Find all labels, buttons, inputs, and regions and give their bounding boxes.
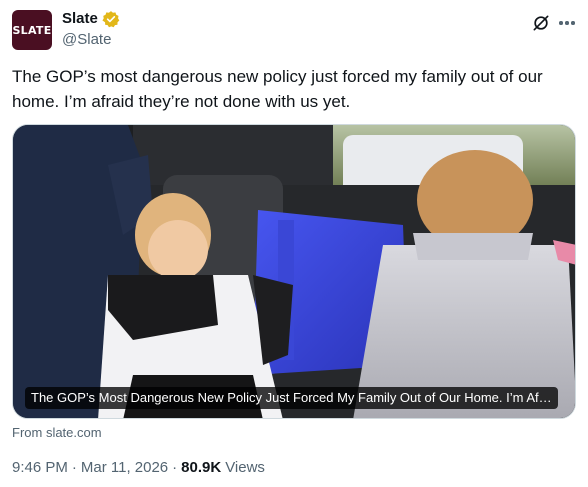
more-options-button[interactable] [554, 12, 580, 34]
link-card[interactable]: The GOP’s Most Dangerous New Policy Just… [12, 124, 576, 419]
card-photo [13, 125, 575, 418]
views-count[interactable]: 80.9K [181, 459, 221, 476]
tweet: SLATE Slate @Slate The GOP’s most danger… [0, 0, 588, 487]
tweet-meta: 9:46 PM · Mar 11, 2026 · 80.9K Views [12, 459, 265, 476]
tweet-date[interactable]: Mar 11, 2026 [81, 459, 168, 476]
verified-badge-icon[interactable] [102, 10, 120, 28]
tweet-time[interactable]: 9:46 PM [12, 459, 68, 476]
card-caption: The GOP’s Most Dangerous New Policy Just… [25, 387, 558, 409]
author-name-row: Slate [62, 10, 120, 28]
tweet-text: The GOP’s most dangerous new policy just… [12, 67, 543, 111]
card-source-link[interactable]: From slate.com [12, 425, 102, 440]
more-options-icon [559, 21, 575, 25]
avatar-logo-text: SLATE [12, 23, 52, 37]
author-handle[interactable]: @Slate [62, 31, 111, 49]
grok-button[interactable] [530, 12, 552, 34]
grok-icon [533, 15, 549, 31]
meta-separator: · [172, 459, 178, 476]
meta-separator: · [71, 459, 77, 476]
views-label: Views [225, 459, 265, 476]
author-display-name[interactable]: Slate [62, 10, 98, 28]
avatar[interactable]: SLATE [12, 10, 52, 50]
